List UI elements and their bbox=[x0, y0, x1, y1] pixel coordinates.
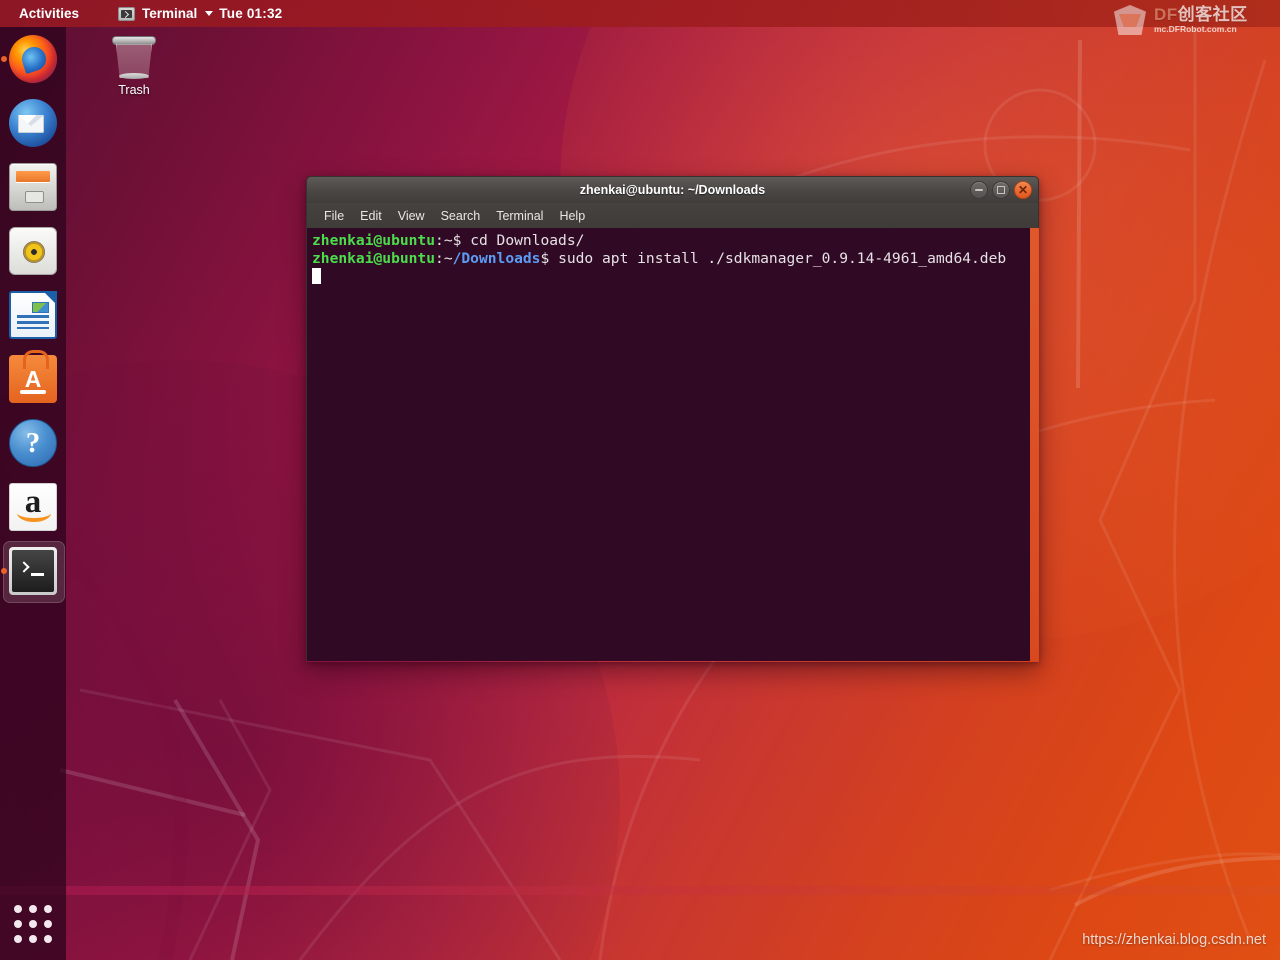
desktop-icon-trash[interactable]: Trash bbox=[98, 36, 170, 97]
terminal-command: cd Downloads/ bbox=[470, 232, 585, 249]
prompt-path: ~ bbox=[443, 232, 453, 249]
dock-item-help[interactable] bbox=[0, 411, 66, 475]
menu-item-terminal[interactable]: Terminal bbox=[489, 207, 550, 225]
menu-item-search[interactable]: Search bbox=[434, 207, 488, 225]
dock-item-files[interactable] bbox=[0, 155, 66, 219]
show-applications-button[interactable] bbox=[0, 888, 66, 960]
terminal-window[interactable]: zhenkai@ubuntu: ~/Downloads ✕ File Edit … bbox=[306, 176, 1039, 662]
amazon-icon bbox=[9, 483, 57, 531]
clock[interactable]: Tue 01:32 bbox=[219, 6, 282, 21]
terminal-line: zhenkai@ubuntu:~$ cd Downloads/ bbox=[312, 232, 1039, 250]
terminal-icon bbox=[118, 6, 136, 21]
terminal-output-area[interactable]: zhenkai@ubuntu:~$ cd Downloads/ zhenkai@… bbox=[306, 228, 1039, 661]
trash-icon bbox=[112, 36, 156, 79]
files-icon bbox=[9, 163, 57, 211]
terminal-command: sudo apt install ./sdkmanager_0.9.14-496… bbox=[558, 250, 1007, 267]
dock-item-thunderbird[interactable] bbox=[0, 91, 66, 155]
terminal-line: zhenkai@ubuntu:~/Downloads$ sudo apt ins… bbox=[312, 250, 1039, 268]
chevron-down-icon bbox=[205, 11, 214, 16]
close-button[interactable]: ✕ bbox=[1014, 181, 1032, 199]
menu-item-view[interactable]: View bbox=[391, 207, 432, 225]
top-bar: Activities Terminal Tue 01:32 bbox=[0, 0, 1280, 27]
window-controls: ✕ bbox=[970, 181, 1032, 199]
libreoffice-impress-icon bbox=[9, 291, 57, 339]
dock-item-ubuntu-software[interactable] bbox=[0, 347, 66, 411]
active-app-menu[interactable]: Terminal bbox=[112, 4, 219, 23]
prompt-user: zhenkai@ubuntu bbox=[312, 232, 436, 249]
help-icon bbox=[9, 419, 57, 467]
prompt-dollar: $ bbox=[540, 250, 559, 267]
launcher-dock bbox=[0, 27, 66, 960]
window-title: zhenkai@ubuntu: ~/Downloads bbox=[579, 183, 766, 197]
prompt-separator: : bbox=[435, 232, 444, 249]
terminal-scrollbar[interactable] bbox=[1030, 228, 1039, 661]
terminal-menubar: File Edit View Search Terminal Help bbox=[306, 203, 1039, 228]
active-app-label: Terminal bbox=[142, 6, 198, 21]
dock-item-terminal[interactable] bbox=[0, 539, 66, 603]
dock-item-libreoffice-impress[interactable] bbox=[0, 283, 66, 347]
desktop-icon-label: Trash bbox=[118, 83, 150, 97]
firefox-icon bbox=[9, 35, 57, 83]
thunderbird-icon bbox=[9, 99, 57, 147]
prompt-path-home: ~ bbox=[443, 250, 453, 267]
prompt-path: /Downloads bbox=[452, 250, 541, 267]
terminal-icon bbox=[9, 547, 57, 595]
menu-item-edit[interactable]: Edit bbox=[353, 207, 389, 225]
prompt-separator: : bbox=[435, 250, 444, 267]
blog-watermark: https://zhenkai.blog.csdn.net bbox=[1082, 932, 1266, 948]
rhythmbox-icon bbox=[9, 227, 57, 275]
prompt-user: zhenkai@ubuntu bbox=[312, 250, 436, 267]
maximize-button[interactable] bbox=[992, 181, 1010, 199]
activities-button[interactable]: Activities bbox=[12, 3, 86, 24]
menu-item-file[interactable]: File bbox=[317, 207, 351, 225]
terminal-cursor bbox=[312, 268, 321, 284]
ubuntu-software-icon bbox=[9, 350, 57, 403]
apps-grid-icon bbox=[14, 905, 52, 943]
running-indicator-firefox bbox=[1, 56, 7, 62]
wallpaper-band bbox=[0, 886, 1280, 895]
running-indicator-terminal bbox=[1, 568, 7, 574]
dock-item-amazon[interactable] bbox=[0, 475, 66, 539]
window-titlebar[interactable]: zhenkai@ubuntu: ~/Downloads ✕ bbox=[306, 176, 1039, 203]
minimize-button[interactable] bbox=[970, 181, 988, 199]
menu-item-help[interactable]: Help bbox=[552, 207, 592, 225]
prompt-dollar: $ bbox=[452, 232, 471, 249]
dock-item-rhythmbox[interactable] bbox=[0, 219, 66, 283]
terminal-cursor-line bbox=[312, 268, 1039, 286]
dock-item-firefox[interactable] bbox=[0, 27, 66, 91]
